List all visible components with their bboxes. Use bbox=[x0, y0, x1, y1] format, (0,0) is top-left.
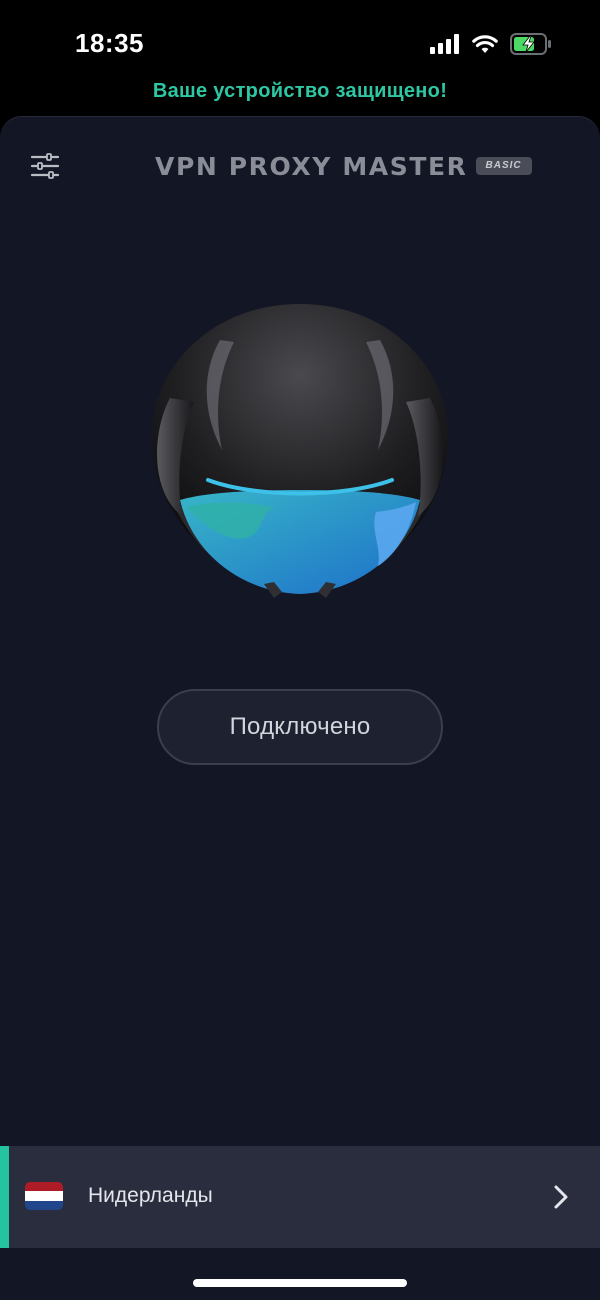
battery-charging-icon bbox=[510, 33, 551, 55]
app-logo: VPN PROXY MASTER BASIC bbox=[155, 151, 532, 181]
connection-status-label: Подключено bbox=[229, 713, 371, 740]
settings-menu-button[interactable] bbox=[30, 153, 60, 179]
chevron-right-icon bbox=[554, 1185, 568, 1209]
status-icons bbox=[430, 32, 552, 56]
status-bar: 18:35 bbox=[0, 0, 600, 80]
location-accent-bar bbox=[0, 1146, 9, 1248]
netherlands-flag-icon bbox=[25, 1182, 63, 1210]
helmet-globe-icon[interactable] bbox=[146, 302, 454, 598]
cellular-signal-icon bbox=[430, 34, 459, 54]
flag-stripe-white bbox=[25, 1191, 63, 1201]
server-location-selector[interactable]: Нидерланды bbox=[0, 1146, 600, 1248]
flag-stripe-red bbox=[25, 1182, 63, 1192]
app-screen: 18:35 Ваше устройство защищено! VPN PROX… bbox=[0, 0, 600, 1300]
settings-sliders-icon bbox=[30, 153, 60, 179]
connection-status-button[interactable]: Подключено bbox=[157, 689, 443, 765]
flag-stripe-blue bbox=[25, 1200, 63, 1210]
protected-status-banner: Ваше устройство защищено! bbox=[152, 80, 448, 102]
plan-badge: BASIC bbox=[475, 157, 532, 175]
home-indicator[interactable] bbox=[193, 1279, 407, 1287]
wifi-icon bbox=[472, 35, 498, 53]
status-time: 18:35 bbox=[75, 28, 144, 58]
location-country-label: Нидерланды bbox=[88, 1184, 213, 1207]
main-panel: VPN PROXY MASTER BASIC Подключено bbox=[0, 116, 600, 1300]
logo-text: VPN PROXY MASTER bbox=[155, 151, 468, 181]
